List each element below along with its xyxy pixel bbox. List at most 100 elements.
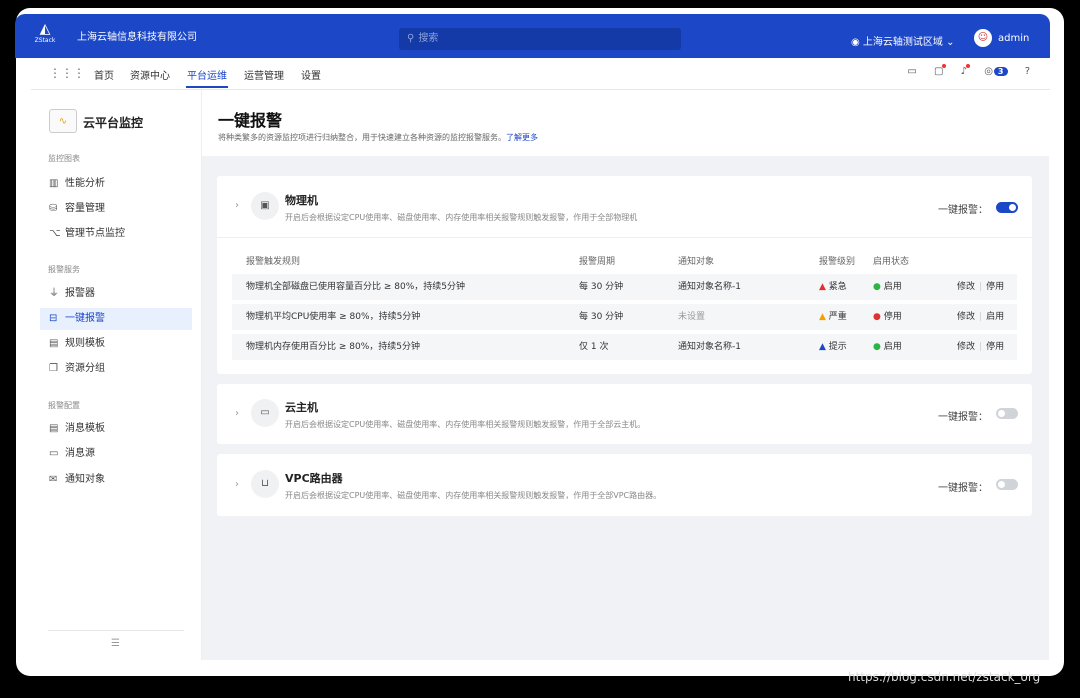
- region-label: 上海云轴测试区域: [862, 37, 943, 48]
- nav-operations[interactable]: 运营管理: [244, 67, 284, 82]
- toggle-rule-button[interactable]: 停用: [986, 342, 1004, 352]
- expand-chevron-icon[interactable]: ›: [235, 408, 239, 419]
- status-on-icon: ●: [873, 342, 881, 352]
- edit-button[interactable]: 修改: [957, 342, 975, 352]
- active-tab-indicator: [186, 86, 228, 88]
- sidebar-item-resource-group[interactable]: ❐ 资源分组: [40, 358, 192, 380]
- table-row: 物理机全部磁盘已使用容量百分比 ≥ 80%，持续5分钟 每 30 分钟 通知对象…: [232, 274, 1017, 300]
- sidebar-item-label: 容量管理: [65, 203, 105, 214]
- alert-icon[interactable]: ◎ 3: [984, 66, 1008, 77]
- monitor-icon[interactable]: ▭: [907, 66, 916, 77]
- database-icon: ⛁: [49, 203, 58, 214]
- sidebar-item-mgmt-node[interactable]: ⌥ 管理节点监控: [40, 223, 192, 245]
- message-source-icon: ▭: [49, 448, 59, 459]
- sidebar-item-one-click-alarm[interactable]: ⊟ 一键报警: [40, 308, 192, 330]
- card-description: 开启后会根据设定CPU使用率、磁盘使用率、内存使用率相关报警规则触发报警，作用于…: [285, 491, 662, 500]
- vm-icon: ▭: [251, 399, 279, 427]
- sidebar-item-notify-target[interactable]: ✉ 通知对象: [40, 469, 192, 491]
- row-actions: 修改 | 停用: [957, 342, 1005, 352]
- watermark: https://blog.csdn.net/zstack_org: [848, 670, 1041, 684]
- triangle-icon: ▲: [819, 342, 826, 352]
- nav-platform-ops[interactable]: 平台运维: [187, 67, 227, 82]
- sidebar-item-label: 消息模板: [65, 423, 105, 434]
- toggle-rule-button[interactable]: 启用: [986, 312, 1004, 322]
- group-icon: ❐: [49, 363, 58, 374]
- sidebar-item-performance[interactable]: ▥ 性能分析: [40, 173, 192, 195]
- toggle-rule-button[interactable]: 停用: [986, 282, 1004, 292]
- search-placeholder: 搜索: [418, 33, 439, 44]
- alert-count-badge: 3: [993, 67, 1008, 76]
- header-rule: 报警触发规则: [246, 257, 301, 267]
- region-selector[interactable]: ◉ 上海云轴测试区域 ⌄: [851, 33, 955, 48]
- sidebar-item-alarm[interactable]: ⏚ 报警器: [40, 283, 192, 305]
- nodes-icon: ⌥: [49, 228, 61, 239]
- card-divider: [217, 237, 1032, 238]
- expand-chevron-icon[interactable]: ›: [235, 479, 239, 490]
- help-icon[interactable]: ?: [1025, 66, 1030, 77]
- level-badge: ▲ 紧急: [819, 282, 847, 292]
- period-text: 仅 1 次: [579, 342, 609, 352]
- sidebar-item-capacity[interactable]: ⛁ 容量管理: [40, 198, 192, 220]
- status-off-icon: ●: [873, 312, 881, 322]
- rule-text: 物理机平均CPU使用率 ≥ 80%，持续5分钟: [246, 312, 421, 322]
- sidebar-item-label: 一键报警: [65, 313, 105, 324]
- global-search-input[interactable]: ⚲ 搜索: [399, 28, 681, 50]
- page-description-text: 将种类繁多的资源监控项进行归纳整合，用于快速建立各种资源的监控报警服务。: [218, 133, 506, 142]
- resource-card-host: › ▣ 物理机 开启后会根据设定CPU使用率、磁盘使用率、内存使用率相关报警规则…: [217, 176, 1032, 374]
- level-badge: ▲ 严重: [819, 312, 847, 322]
- app-title: 云平台监控: [83, 116, 144, 130]
- card-title: VPC路由器: [285, 472, 343, 485]
- app-grid-icon[interactable]: ⋮⋮⋮: [49, 66, 85, 80]
- top-bar: ◭ ZStack 上海云轴信息科技有限公司 ⚲ 搜索 ◉ 上海云轴测试区域 ⌄ ☺…: [15, 14, 1050, 58]
- expand-chevron-icon[interactable]: ›: [235, 200, 239, 211]
- page-description: 将种类繁多的资源监控项进行归纳整合，用于快速建立各种资源的监控报警服务。了解更多: [218, 132, 538, 143]
- sidebar-divider: [48, 630, 184, 631]
- sidebar: ∿ 云平台监控 监控图表 ▥ 性能分析 ⛁ 容量管理 ⌥ 管理节点监控 报警服务 ⏚ 报…: [31, 90, 202, 660]
- sidebar-group-title: 报警服务: [48, 265, 80, 274]
- zstack-logo[interactable]: ◭ ZStack: [31, 21, 59, 51]
- alarm-icon: ⏚: [49, 288, 59, 299]
- chevron-down-icon: ⌄: [946, 37, 955, 48]
- triangle-icon: ▲: [819, 282, 826, 292]
- collapse-sidebar-icon[interactable]: ☰: [111, 638, 120, 649]
- edit-button[interactable]: 修改: [957, 312, 975, 322]
- sidebar-item-message-source[interactable]: ▭ 消息源: [40, 443, 192, 465]
- message-template-icon: ▤: [49, 423, 59, 434]
- task-icon[interactable]: ▢: [934, 64, 947, 77]
- company-name: 上海云轴信息科技有限公司: [77, 32, 197, 43]
- template-icon: ▤: [49, 338, 59, 349]
- nav-settings[interactable]: 设置: [301, 67, 321, 82]
- target-text: 通知对象名称-1: [678, 282, 741, 292]
- header-target: 通知对象: [678, 257, 715, 267]
- sidebar-item-rule-template[interactable]: ▤ 规则模板: [40, 333, 192, 355]
- edit-button[interactable]: 修改: [957, 282, 975, 292]
- sidebar-item-message-template[interactable]: ▤ 消息模板: [40, 418, 192, 440]
- nav-home[interactable]: 首页: [94, 67, 114, 82]
- table-row: 物理机内存使用百分比 ≥ 80%，持续5分钟 仅 1 次 通知对象名称-1 ▲ …: [232, 334, 1017, 360]
- status-badge: ● 停用: [873, 312, 902, 322]
- resource-card-vpc-router: › ⊔ VPC路由器 开启后会根据设定CPU使用率、磁盘使用率、内存使用率相关报…: [217, 454, 1032, 516]
- resource-card-vm: › ▭ 云主机 开启后会根据设定CPU使用率、磁盘使用率、内存使用率相关报警规则…: [217, 384, 1032, 444]
- user-name[interactable]: admin: [998, 33, 1029, 44]
- avatar[interactable]: ☺: [974, 29, 992, 47]
- notify-target-icon: ✉: [49, 474, 58, 485]
- bell-icon[interactable]: ♪: [961, 64, 970, 77]
- toggle-label: 一键报警：: [938, 205, 988, 216]
- host-icon: ▣: [251, 192, 279, 220]
- card-title: 物理机: [285, 194, 318, 207]
- page-title: 一键报警: [218, 111, 283, 130]
- status-badge: ● 启用: [873, 342, 902, 352]
- nav-resource-center[interactable]: 资源中心: [130, 67, 170, 82]
- one-click-alarm-toggle[interactable]: [996, 202, 1018, 213]
- sidebar-group-title: 报警配置: [48, 401, 80, 410]
- target-text: 未设置: [678, 312, 706, 322]
- one-click-alarm-toggle[interactable]: [996, 479, 1018, 490]
- target-text: 通知对象名称-1: [678, 342, 741, 352]
- logo-icon: ◭: [39, 21, 51, 37]
- learn-more-link[interactable]: 了解更多: [506, 133, 538, 142]
- nav-bar: ⋮⋮⋮ 首页 资源中心 平台运维 运营管理 设置 ▭ ▢ ♪ ◎ 3 ?: [31, 58, 1050, 90]
- one-click-alarm-toggle[interactable]: [996, 408, 1018, 419]
- location-pin-icon: ◉: [851, 37, 860, 48]
- toggle-label: 一键报警：: [938, 412, 988, 423]
- toggle-label: 一键报警：: [938, 483, 988, 494]
